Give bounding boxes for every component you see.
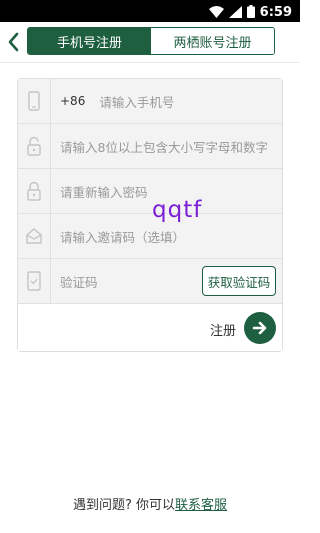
signal-icon: [228, 3, 242, 22]
row-separator: [50, 169, 51, 213]
password-row: 请输入8位以上包含大小写字母和数字: [18, 124, 282, 169]
country-code[interactable]: +86: [60, 94, 85, 108]
status-icons: 6:59: [208, 3, 292, 22]
footer: 遇到问题? 你可以联系客服: [0, 494, 300, 513]
password-input[interactable]: 请输入8位以上包含大小写字母和数字: [60, 124, 276, 168]
watermark-text: qqtf: [152, 197, 203, 223]
back-button[interactable]: [4, 30, 24, 54]
lock-icon: [18, 169, 50, 213]
confirm-password-row: 请重新输入密码: [18, 169, 282, 214]
submit-row: 注册: [18, 306, 282, 351]
register-tabs: 手机号注册 两栖账号注册: [27, 27, 275, 55]
arrow-right-icon: [252, 321, 267, 335]
chevron-left-icon: [8, 32, 19, 52]
phone-placeholder: 请输入手机号: [99, 94, 175, 110]
tab-account-register[interactable]: 两栖账号注册: [151, 28, 274, 54]
phone-input[interactable]: +86 请输入手机号: [60, 79, 276, 123]
row-separator: [50, 214, 51, 258]
submit-button[interactable]: [244, 312, 276, 344]
header: 手机号注册 两栖账号注册: [0, 22, 300, 62]
submit-label[interactable]: 注册: [210, 320, 236, 339]
row-separator: [50, 259, 51, 303]
verify-code-row: 验证码 获取验证码: [18, 259, 282, 304]
status-time: 6:59: [259, 5, 292, 20]
get-verify-code-button[interactable]: 获取验证码: [202, 266, 276, 296]
verify-code-input[interactable]: 验证码: [60, 259, 196, 303]
verify-icon: [18, 259, 50, 303]
contact-support-link[interactable]: 联系客服: [175, 498, 227, 513]
phone-icon: [18, 79, 50, 123]
invite-icon: [18, 214, 50, 258]
unlock-icon: [18, 124, 50, 168]
invite-code-row: 请输入邀请码（选填）: [18, 214, 282, 259]
battery-icon: [246, 3, 255, 22]
phone-row: +86 请输入手机号: [18, 79, 282, 124]
footer-text: 遇到问题? 你可以: [72, 498, 176, 513]
header-divider: [0, 62, 300, 63]
register-form: +86 请输入手机号 请输入8位以上包含大小写字母和数字 请重新输入密码 请输入…: [17, 78, 283, 352]
row-separator: [50, 124, 51, 168]
row-separator: [50, 79, 51, 123]
status-bar: 6:59: [0, 0, 300, 22]
tab-phone-register[interactable]: 手机号注册: [28, 28, 151, 54]
wifi-icon: [208, 3, 224, 22]
